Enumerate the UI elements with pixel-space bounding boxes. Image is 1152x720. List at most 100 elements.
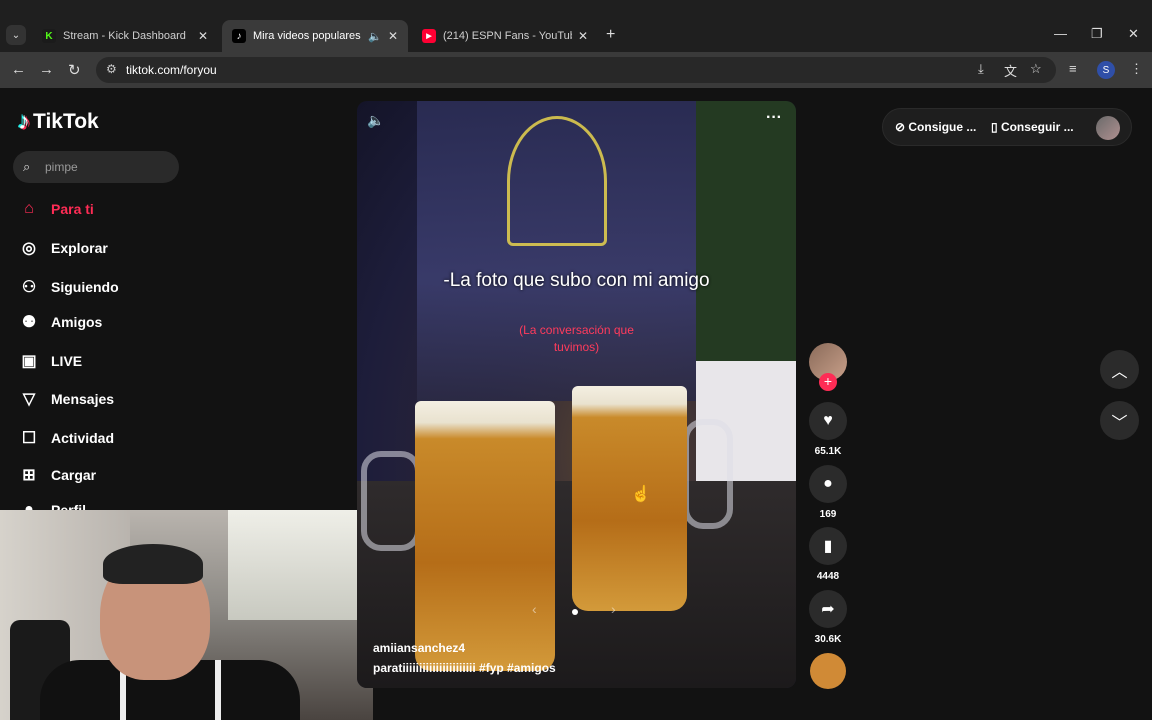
media-controls-icon[interactable]: ≡	[1069, 61, 1077, 76]
youtube-favicon-icon: ▶	[422, 29, 436, 43]
sidebar-item-cargar[interactable]: ⊞ Cargar	[18, 464, 96, 486]
friends-icon: ⚉	[21, 314, 37, 331]
sidebar-item-label: LIVE	[51, 353, 83, 369]
sidebar-item-label: Amigos	[51, 314, 103, 330]
sidebar-item-label: Siguiendo	[51, 279, 119, 295]
sidebar-item-amigos[interactable]: ⚉ Amigos	[18, 311, 103, 333]
logo-text: TikTok	[33, 110, 99, 133]
save-button[interactable]: ▮	[809, 527, 847, 565]
video-caption-sub: (La conversación que tuvimos)	[519, 323, 634, 354]
user-avatar[interactable]	[1096, 116, 1120, 140]
activity-icon: ☐	[21, 430, 37, 447]
top-right-actions: ⊘ Consigue ... ▯ Conseguir ...	[882, 108, 1132, 146]
tab-search-icon[interactable]: ⌄	[6, 25, 26, 45]
video-caption-main: -La foto que subo con mi amigo	[443, 270, 710, 291]
next-video-button[interactable]: ﹀	[1100, 401, 1139, 440]
tab-kick[interactable]: K Stream - Kick Dashboard ✕	[32, 20, 218, 52]
get-coins-button[interactable]: ⊘ Consigue ...	[895, 120, 976, 134]
sidebar-item-mensajes[interactable]: ▽ Mensajes	[18, 388, 114, 410]
comment-button[interactable]: ●	[809, 465, 847, 503]
beer-mug	[415, 401, 555, 671]
more-options-icon[interactable]: ···	[766, 109, 782, 127]
tiktok-favicon-icon: ♪	[232, 29, 246, 43]
like-count: 65.1K	[814, 446, 842, 457]
browser-toolbar: ← → ↻ ⚙ tiktok.com/foryou ⤓ 文 ☆ ≡ S ⋮	[0, 52, 1152, 88]
close-tab-icon[interactable]: ✕	[198, 29, 208, 43]
kick-favicon-icon: K	[42, 29, 56, 43]
carousel-prev-icon[interactable]: ‹	[532, 601, 537, 617]
address-bar[interactable]: ⚙ tiktok.com/foryou	[96, 57, 1056, 83]
search-input[interactable]: ⌕ pimpe	[13, 151, 179, 183]
upload-icon: ⊞	[22, 467, 36, 484]
mug-handle	[361, 451, 421, 551]
tab-youtube[interactable]: ▶ (214) ESPN Fans - YouTube ✕	[412, 20, 598, 52]
tiktok-logo[interactable]: ♪ TikTok	[18, 108, 99, 136]
sidebar-item-live[interactable]: ▣ LIVE	[18, 350, 82, 372]
bookmark-star-icon[interactable]: ☆	[1030, 61, 1042, 77]
get-app-button[interactable]: ▯ Conseguir ...	[991, 120, 1074, 134]
jacket-stripe	[215, 660, 221, 720]
hand-cursor-icon: ☝	[631, 486, 651, 503]
tab-tiktok[interactable]: ♪ Mira videos populares sele 🔈 ✕	[222, 20, 408, 52]
get-app-label: Conseguir ...	[1000, 120, 1074, 134]
follow-plus-icon[interactable]: +	[819, 373, 837, 391]
tab-title: Stream - Kick Dashboard	[63, 30, 186, 42]
chevron-up-icon: ︿	[1111, 363, 1128, 381]
forward-icon[interactable]: →	[39, 61, 54, 78]
back-icon[interactable]: ←	[11, 61, 26, 78]
compass-icon: ◎	[22, 240, 36, 257]
reload-icon[interactable]: ↻	[68, 61, 81, 79]
search-icon: ⌕	[23, 159, 31, 174]
site-info-icon[interactable]: ⚙	[106, 62, 117, 76]
video-player[interactable]: 🔈 ··· -La foto que subo con mi amigo (La…	[357, 101, 796, 688]
search-value: pimpe	[45, 160, 78, 174]
translate-icon[interactable]: 文	[1004, 61, 1017, 80]
minimize-icon[interactable]: —	[1054, 26, 1067, 41]
tiktok-page: ♪ TikTok ⌕ pimpe ⌂ Para ti ◎ Explorar ⚇ Sig…	[0, 88, 1152, 720]
tab-title: (214) ESPN Fans - YouTube	[443, 30, 572, 42]
like-button[interactable]: ♥	[809, 402, 847, 440]
close-tab-icon[interactable]: ✕	[388, 29, 398, 43]
save-count: 4448	[816, 571, 840, 582]
video-description: paratiiiiiiiiiiiiiiiiiiiiii #fyp #amigos	[373, 661, 556, 675]
previous-video-button[interactable]: ︿	[1100, 350, 1139, 389]
speaker-icon[interactable]: 🔈	[368, 30, 382, 43]
video-username[interactable]: amiiansanchez4	[373, 641, 465, 655]
mug-handle	[683, 419, 733, 529]
messages-icon: ▽	[22, 391, 36, 408]
share-count: 30.6K	[814, 634, 842, 645]
video-scene-neon-sign	[507, 116, 607, 246]
streamer-hair	[103, 544, 203, 584]
tiktok-note-icon: ♪	[18, 108, 30, 135]
sidebar-item-explorar[interactable]: ◎ Explorar	[18, 237, 108, 259]
comment-count: 169	[819, 509, 837, 520]
sidebar-item-label: Explorar	[51, 240, 108, 256]
volume-icon[interactable]: 🔈	[367, 112, 384, 129]
menu-dots-icon[interactable]: ⋮	[1130, 61, 1143, 77]
browser-tabstrip: ⌄ K Stream - Kick Dashboard ✕ ♪ Mira vid…	[0, 0, 1152, 52]
beer-mug	[572, 386, 687, 611]
carousel-next-icon[interactable]: ›	[611, 601, 616, 617]
bookmark-icon: ▮	[823, 538, 833, 555]
close-tab-icon[interactable]: ✕	[578, 29, 588, 43]
install-icon[interactable]: ⤓	[978, 61, 984, 77]
live-icon: ▣	[21, 353, 37, 370]
music-disc-icon[interactable]	[810, 653, 846, 689]
following-icon: ⚇	[21, 279, 37, 296]
comment-icon: ●	[823, 475, 833, 492]
profile-avatar[interactable]: S	[1097, 61, 1115, 79]
webcam-overlay	[0, 510, 373, 720]
sidebar-item-siguiendo[interactable]: ⚇ Siguiendo	[18, 276, 119, 298]
video-scene-plants	[696, 101, 796, 401]
restore-icon[interactable]: ❐	[1091, 26, 1103, 42]
get-coins-label: Consigue ...	[908, 120, 977, 134]
new-tab-icon[interactable]: +	[606, 26, 615, 44]
close-window-icon[interactable]: ✕	[1128, 26, 1139, 42]
chevron-down-icon: ﹀	[1111, 414, 1128, 432]
share-button[interactable]: ➦	[809, 590, 847, 628]
sidebar-item-para-ti[interactable]: ⌂ Para ti	[18, 198, 94, 220]
url-text: tiktok.com/foryou	[126, 63, 217, 77]
sidebar-item-actividad[interactable]: ☐ Actividad	[18, 427, 114, 449]
heart-icon: ♥	[823, 412, 833, 429]
sidebar-item-label: Mensajes	[51, 391, 115, 407]
